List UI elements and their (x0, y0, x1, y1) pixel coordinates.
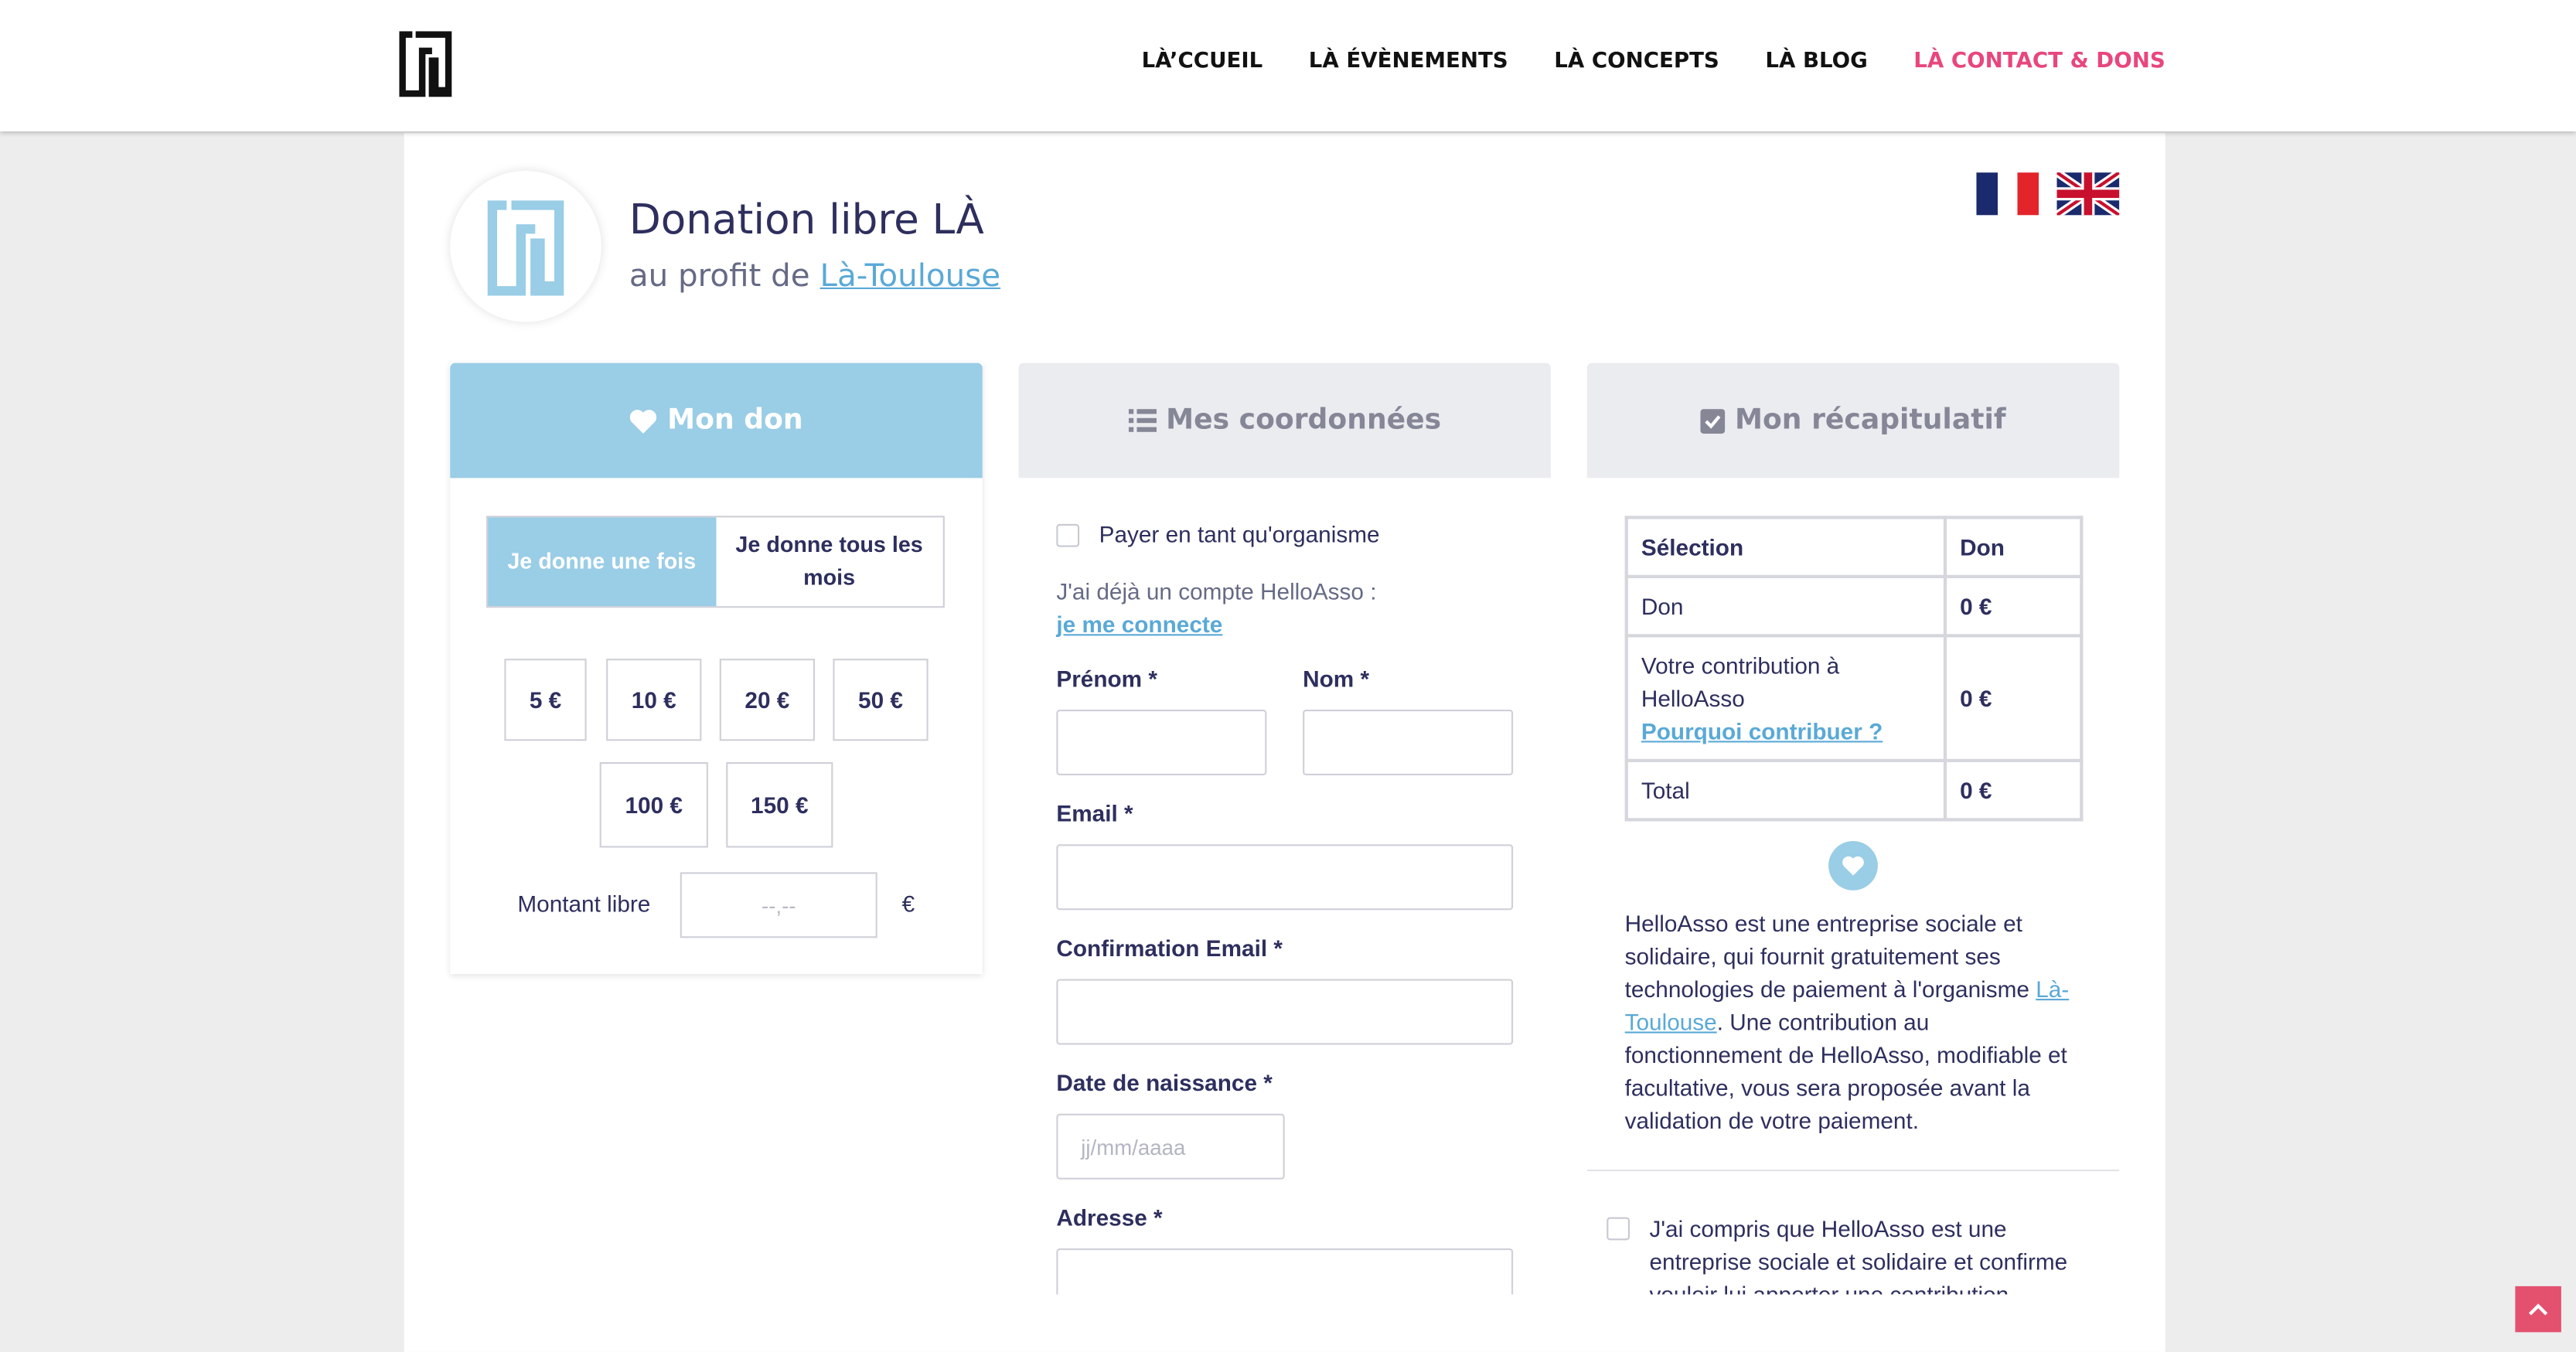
form-subtitle: au profit de Là-Toulouse (629, 258, 1000, 295)
email-confirm-label: Confirmation Email * (1056, 935, 1283, 962)
login-link[interactable]: je me connecte (1056, 608, 1222, 641)
recap-table: Sélection Don Don 0 € Votre contribution… (1624, 516, 2084, 822)
helloasso-info: HelloAsso est une entreprise sociale et … (1625, 907, 2085, 1137)
amount-button-150[interactable]: 150 € (726, 762, 833, 848)
monthly-option[interactable]: Je donne tous les mois (715, 517, 942, 606)
nav-item-blog[interactable]: LÀ BLOG (1765, 49, 1867, 74)
info-text-before: HelloAsso est une entreprise sociale et … (1624, 910, 2036, 1003)
recap-row-label: Total (1624, 758, 1947, 822)
subtitle-prefix: au profit de (629, 257, 810, 295)
account-text: J'ai déjà un compte HelloAsso : (1056, 578, 1377, 604)
chevron-up-icon (2528, 1303, 2548, 1316)
prenom-label: Prénom * (1056, 665, 1157, 692)
consent-label: J'ai compris que HelloAsso est une entre… (1649, 1215, 2068, 1295)
birthdate-field[interactable]: jj/mm/aaaa (1056, 1113, 1285, 1180)
nav-item-concepts[interactable]: LÀ CONCEPTS (1554, 49, 1719, 74)
recap-row-label: Votre contribution à HelloAsso Pourquoi … (1624, 634, 1947, 762)
email-field[interactable] (1056, 844, 1514, 911)
recap-header-selection: Sélection (1624, 516, 1947, 578)
org-avatar (450, 171, 601, 322)
why-contribute-link[interactable]: Pourquoi contribuer ? (1641, 714, 1930, 748)
helloasso-heart-badge (1828, 841, 1878, 891)
birthdate-label: Date de naissance * (1056, 1069, 1273, 1096)
libre-amount-input[interactable]: --,-- (680, 872, 877, 938)
fr-flag-icon[interactable] (1976, 172, 2039, 216)
once-option[interactable]: Je donne une fois (488, 517, 716, 607)
main-nav: LÀ’CCUEIL LÀ ÉVÈNEMENTS LÀ CONCEPTS LÀ B… (1142, 49, 2165, 74)
divider (1586, 1170, 2120, 1172)
site-logo[interactable] (399, 31, 452, 97)
address-label: Adresse * (1056, 1204, 1163, 1231)
nav-item-contact-dons[interactable]: LÀ CONTACT & DONS (1913, 49, 2165, 74)
nom-field[interactable] (1303, 710, 1514, 775)
nav-item-evenements[interactable]: LÀ ÉVÈNEMENTS (1309, 49, 1508, 74)
table-row: Total 0 € (1624, 758, 2084, 822)
recap-header-don: Don (1943, 516, 2084, 578)
org-payer-checkbox[interactable] (1056, 523, 1080, 547)
table-row: Sélection Don (1624, 516, 2084, 578)
org-payer-label: Payer en tant qu'organisme (1099, 520, 1380, 547)
email-confirm-field[interactable] (1056, 979, 1514, 1045)
email-label: Email * (1056, 799, 1133, 826)
step-recapitulatif: Mon récapitulatif Sélection Don Don 0 € … (1586, 363, 2120, 1349)
step-don: Mon don Je donne une fois Je donne tous … (450, 363, 983, 975)
heart-icon (630, 409, 657, 433)
consent-checkbox[interactable] (1607, 1217, 1630, 1241)
amount-button-100[interactable]: 100 € (599, 762, 708, 848)
frequency-toggle: Je donne une fois Je donne tous les mois (486, 516, 945, 608)
amount-button-5[interactable]: 5 € (504, 659, 587, 741)
recap-row-value: 0 € (1943, 758, 2084, 822)
libre-amount-label: Montant libre (517, 890, 651, 917)
org-link[interactable]: Là-Toulouse (820, 258, 1001, 295)
table-row: Don 0 € (1624, 574, 2084, 638)
donation-panel: Donation libre LÀ au profit de Là-Toulou… (404, 133, 2165, 1352)
table-row: Votre contribution à HelloAsso Pourquoi … (1624, 634, 2084, 762)
org-logo-icon (487, 200, 564, 296)
coordonnees-body: Payer en tant qu'organisme J'ai déjà un … (1019, 363, 1552, 1295)
step-label-don: Mon don (667, 404, 803, 438)
form-title: Donation libre LÀ (629, 195, 984, 243)
nom-label: Nom * (1303, 665, 1370, 692)
contribution-label: Votre contribution à HelloAsso (1641, 652, 1840, 712)
recap-body: Sélection Don Don 0 € Votre contribution… (1586, 363, 2120, 1295)
amount-button-20[interactable]: 20 € (719, 659, 815, 741)
amount-button-50[interactable]: 50 € (833, 659, 929, 741)
recap-row-value: 0 € (1943, 574, 2084, 638)
recap-row-label: Don (1624, 574, 1947, 638)
heart-icon (1842, 856, 1864, 876)
site-header: LÀ’CCUEIL LÀ ÉVÈNEMENTS LÀ CONCEPTS LÀ B… (0, 0, 2576, 131)
scroll-to-top-button[interactable] (2515, 1286, 2561, 1333)
prenom-field[interactable] (1056, 710, 1267, 775)
step-coordonnees: Mes coordonnées Payer en tant qu'organis… (1018, 363, 1552, 1349)
nav-item-accueil[interactable]: LÀ’CCUEIL (1142, 49, 1263, 74)
uk-flag-icon[interactable] (2056, 172, 2120, 216)
step-header-don[interactable]: Mon don (450, 363, 983, 478)
currency-symbol: € (901, 890, 915, 917)
address-field[interactable] (1056, 1248, 1514, 1295)
recap-row-value: 0 € (1943, 634, 2084, 762)
amount-button-10[interactable]: 10 € (606, 659, 702, 741)
